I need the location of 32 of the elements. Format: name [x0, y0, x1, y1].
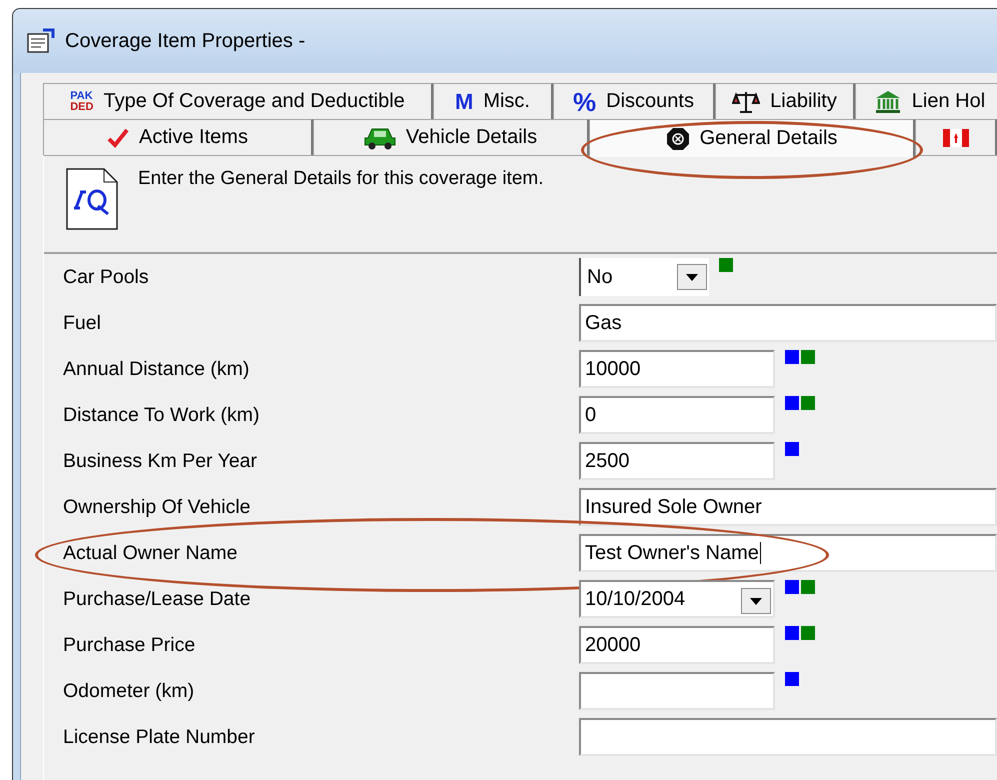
date-field[interactable]: 10/10/2004	[579, 580, 775, 618]
field-label: License Plate Number	[62, 726, 256, 748]
field-label: Car Pools	[62, 266, 150, 288]
input-field[interactable]: 0	[579, 396, 775, 434]
tab[interactable]: Active Items	[43, 119, 313, 155]
field-label: Ownership Of Vehicle	[62, 496, 252, 518]
field-label: Business Km Per Year	[62, 450, 258, 472]
field-label: Purchase/Lease Date	[62, 588, 252, 610]
tab[interactable]: General Details	[589, 119, 915, 157]
pak-ded-icon: PAK DED	[70, 90, 94, 112]
tab-glyph-icon: M	[455, 90, 474, 112]
field-label: Actual Owner Name	[62, 542, 238, 564]
window-title: Coverage Item Properties -	[65, 30, 306, 52]
dropdown-field[interactable]: No	[579, 258, 709, 296]
intro-text: Enter the General Details for this coverage item.	[138, 168, 544, 191]
field-label: Fuel	[62, 312, 102, 334]
input-field[interactable]: 2500	[579, 442, 775, 480]
tab[interactable]: % Discounts	[553, 83, 715, 119]
tab[interactable]: Vehicle Details	[313, 119, 589, 155]
tab[interactable]: M Misc.	[433, 83, 553, 119]
tab[interactable]: Liability	[715, 83, 855, 119]
tab-glyph-icon: %	[573, 88, 596, 114]
field-label: Odometer (km)	[62, 680, 196, 702]
input-field[interactable]: Insured Sole Owner	[579, 488, 997, 526]
field-label: Distance To Work (km)	[62, 404, 260, 426]
input-field[interactable]: 20000	[579, 626, 775, 664]
field-label: Annual Distance (km)	[62, 358, 250, 380]
input-field[interactable]: Test Owner's Name	[579, 534, 997, 572]
tab[interactable]: Lien Hol	[855, 83, 997, 119]
field-label: Purchase Price	[62, 634, 196, 656]
input-field[interactable]: Gas	[579, 304, 997, 342]
input-field[interactable]: 10000	[579, 350, 775, 388]
